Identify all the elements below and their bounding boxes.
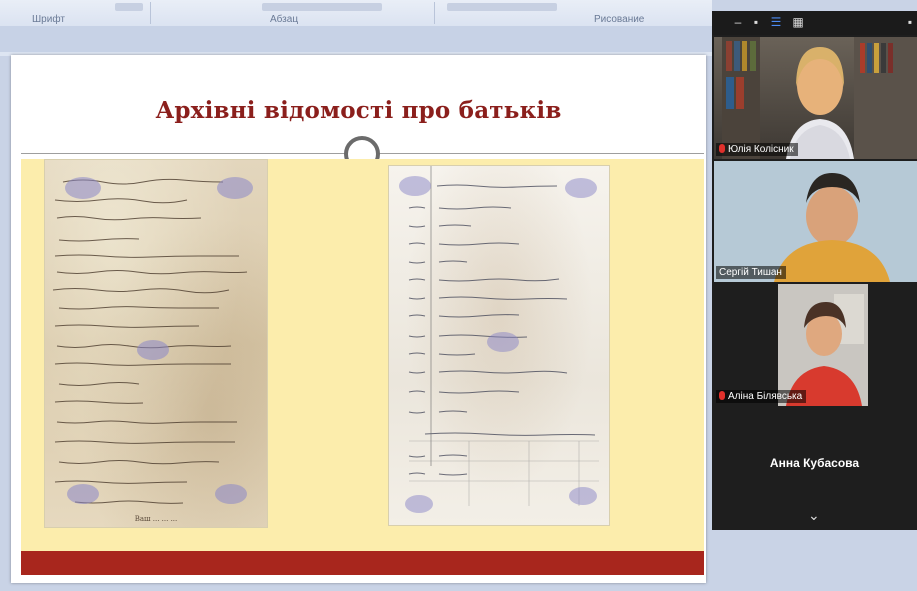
- slide-bottom-bar: [21, 551, 704, 575]
- participant-video: [714, 161, 917, 282]
- handwriting-lines-right: [399, 166, 599, 513]
- ribbon-strip: [0, 26, 712, 52]
- participant-name-no-video[interactable]: Анна Кубасова: [712, 456, 917, 470]
- ribbon-group-paragraph[interactable]: Абзац: [270, 14, 298, 25]
- mic-muted-icon: [719, 391, 725, 400]
- handwriting-lines-left: [52, 177, 253, 504]
- archival-document-left: Ваш ... ... ...: [44, 159, 268, 528]
- close-icon[interactable]: ▪: [904, 16, 916, 28]
- ribbon-group-drawing[interactable]: Рисование: [594, 14, 644, 25]
- gallery-view-icon[interactable]: ▦: [792, 16, 804, 28]
- participant-tile[interactable]: Аліна Білявська: [714, 284, 917, 406]
- participant-name-tag: Юлія Колісник: [716, 143, 798, 156]
- participant-name-tag: Сергій Тишан: [716, 266, 786, 279]
- slide-title: Архівні відомості про батьків: [155, 97, 562, 124]
- chevron-down-icon[interactable]: ⌄: [808, 507, 820, 524]
- participant-tile[interactable]: Юлія Колісник: [714, 37, 917, 159]
- ribbon: Шрифт Абзац Рисование: [0, 0, 712, 27]
- speaker-view-icon[interactable]: ☰: [770, 16, 782, 28]
- participant-video: [714, 284, 917, 406]
- participant-video: [722, 37, 917, 159]
- participant-name-tag: Аліна Білявська: [716, 390, 807, 403]
- participant-tile[interactable]: Сергій Тишан: [714, 161, 917, 282]
- ribbon-group-font[interactable]: Шрифт: [32, 14, 65, 25]
- mic-muted-icon: [719, 144, 725, 153]
- zoom-gallery-footer: ⌄: [712, 498, 917, 530]
- slide[interactable]: Архівні відомості про батьків Ваш ... ..…: [11, 55, 706, 583]
- zoom-gallery-panel: – ▪ ☰ ▦ ▪ Юлія Колісник Сергій Тишан Алі…: [712, 11, 917, 530]
- document-footer-text: Ваш ... ... ...: [134, 515, 178, 523]
- zoom-topbar: – ▪ ☰ ▦ ▪: [712, 11, 917, 35]
- drawing-controls[interactable]: [447, 3, 557, 11]
- restore-icon[interactable]: ▪: [750, 16, 762, 28]
- archival-document-right: [388, 165, 610, 526]
- minimize-icon[interactable]: –: [732, 16, 744, 28]
- font-size-control[interactable]: [115, 3, 143, 11]
- paragraph-controls[interactable]: [262, 3, 382, 11]
